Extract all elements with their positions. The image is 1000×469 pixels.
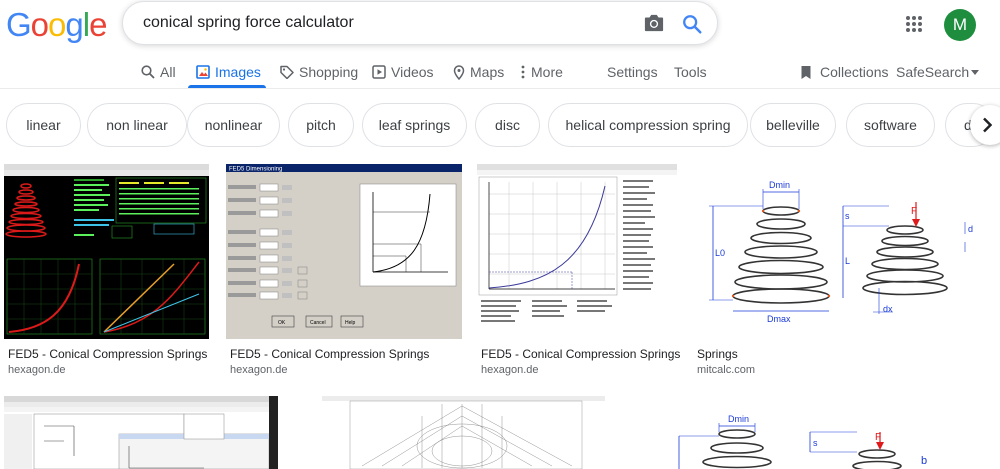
tag-icon xyxy=(280,65,294,79)
chip-label: disc xyxy=(495,117,520,133)
dmax-label: Dmax xyxy=(767,314,791,324)
more-vert-icon xyxy=(521,65,525,79)
chip-label: helical compression spring xyxy=(565,117,731,133)
bookmark-icon xyxy=(801,65,811,79)
search-icon[interactable] xyxy=(681,13,703,35)
logo-letter: o xyxy=(48,6,66,43)
result-site[interactable]: hexagon.de xyxy=(8,364,66,376)
logo-letter: g xyxy=(65,6,83,43)
tab-label: Maps xyxy=(470,64,505,80)
search-tabs: All Images Shopping Videos Maps More Set… xyxy=(0,56,1000,88)
tab-more[interactable]: More xyxy=(520,59,563,85)
force-label: F xyxy=(911,206,917,217)
chip[interactable]: leaf springs xyxy=(362,103,467,147)
result-title[interactable]: Springs xyxy=(697,347,738,361)
chip[interactable]: belleville xyxy=(750,103,836,147)
image-result[interactable]: FED5 - Conical Compression Springs hexag… xyxy=(477,164,680,379)
result-title[interactable]: FED5 - Conical Compression Springs xyxy=(230,347,429,361)
safesearch-label: SafeSearch xyxy=(896,64,970,80)
divider xyxy=(0,88,1000,89)
tab-videos[interactable]: Videos xyxy=(372,59,434,85)
tab-label: Shopping xyxy=(299,64,359,80)
logo-letter: e xyxy=(89,6,107,43)
s-label: s xyxy=(845,211,850,221)
tab-label: Images xyxy=(215,64,261,80)
l-label: L xyxy=(845,256,850,266)
related-search-chips: linear non linear nonlinear pitch leaf s… xyxy=(0,103,1000,149)
result-site[interactable]: mitcalc.com xyxy=(697,364,755,376)
image-icon xyxy=(196,65,210,79)
tab-label: All xyxy=(160,64,176,80)
result-thumbnail[interactable]: FED5 Dimensioning OK Cancel Help xyxy=(226,164,462,339)
search-box[interactable] xyxy=(122,1,718,45)
result-thumbnail[interactable] xyxy=(477,164,677,339)
play-icon xyxy=(372,65,386,79)
tab-shopping[interactable]: Shopping xyxy=(280,59,358,85)
chip-label: nonlinear xyxy=(204,117,263,133)
collections-label: Collections xyxy=(820,64,889,80)
tab-maps[interactable]: Maps xyxy=(453,59,504,85)
chip[interactable]: software xyxy=(846,103,935,147)
d-label: d xyxy=(968,224,973,234)
chip[interactable]: nonlinear xyxy=(187,103,280,147)
google-logo[interactable]: Google xyxy=(6,6,107,43)
avatar[interactable]: M xyxy=(944,9,976,41)
chip-label: leaf springs xyxy=(378,117,451,133)
logo-letter: G xyxy=(6,6,32,43)
tools-link[interactable]: Tools xyxy=(674,59,707,85)
image-result[interactable]: FED5 - Conical Compression Springs hexag… xyxy=(4,164,209,379)
result-site[interactable]: hexagon.de xyxy=(230,364,288,376)
chevron-right-icon xyxy=(983,117,992,133)
cancel-button-label: Cancel xyxy=(310,320,326,326)
tab-all[interactable]: All xyxy=(141,59,176,85)
ok-button-label: OK xyxy=(278,320,286,326)
result-thumbnail[interactable] xyxy=(322,396,605,469)
tab-images[interactable]: Images xyxy=(196,59,261,85)
chip[interactable]: non linear xyxy=(87,103,187,147)
result-site[interactable]: hexagon.de xyxy=(481,364,539,376)
dmin-label: Dmin xyxy=(728,414,749,424)
logo-letter: o xyxy=(30,6,49,43)
settings-label: Settings xyxy=(607,64,658,80)
b-label: b xyxy=(921,455,927,467)
chip-label: non linear xyxy=(106,117,168,133)
window-title: FED5 Dimensioning xyxy=(229,167,282,173)
image-result[interactable]: FED5 Dimensioning OK Cancel Help FED5 - … xyxy=(226,164,462,379)
safesearch-dropdown[interactable]: SafeSearch xyxy=(896,59,980,85)
dx-label: dx xyxy=(883,304,893,314)
result-thumbnail[interactable] xyxy=(4,164,209,339)
result-thumbnail[interactable] xyxy=(4,396,278,469)
chip-label: belleville xyxy=(766,117,820,133)
camera-icon[interactable] xyxy=(643,13,665,33)
settings-link[interactable]: Settings xyxy=(607,59,658,85)
search-input[interactable] xyxy=(143,14,623,32)
tools-label: Tools xyxy=(674,64,707,80)
chip-label: software xyxy=(864,117,917,133)
result-title[interactable]: FED5 - Conical Compression Springs xyxy=(481,347,680,361)
location-pin-icon xyxy=(453,64,465,80)
result-thumbnail[interactable]: Dmin s F b xyxy=(625,396,986,469)
s-label: s xyxy=(813,438,818,448)
caret-down-icon xyxy=(971,69,980,75)
help-button-label: Help xyxy=(345,320,356,326)
tab-label: More xyxy=(531,64,563,80)
result-title[interactable]: FED5 - Conical Compression Springs xyxy=(8,347,207,361)
chip[interactable]: disc xyxy=(475,103,540,147)
search-icon xyxy=(141,65,155,79)
tab-label: Videos xyxy=(391,64,434,80)
chip-label: linear xyxy=(26,117,61,133)
image-result[interactable]: Dmin Dmax L0 F s L d dx Springs mitcalc.… xyxy=(693,164,986,379)
chip[interactable]: linear xyxy=(6,103,81,147)
chip[interactable]: pitch xyxy=(288,103,354,147)
l0-label: L0 xyxy=(715,248,725,258)
force-label: F xyxy=(875,432,881,443)
collections-link[interactable]: Collections xyxy=(800,59,888,85)
result-thumbnail[interactable]: Dmin Dmax L0 F s L d dx xyxy=(693,164,986,339)
chip[interactable]: helical compression spring xyxy=(548,103,748,147)
chip-label: pitch xyxy=(306,117,336,133)
apps-grid-icon[interactable] xyxy=(905,15,923,33)
dmin-label: Dmin xyxy=(769,180,790,190)
